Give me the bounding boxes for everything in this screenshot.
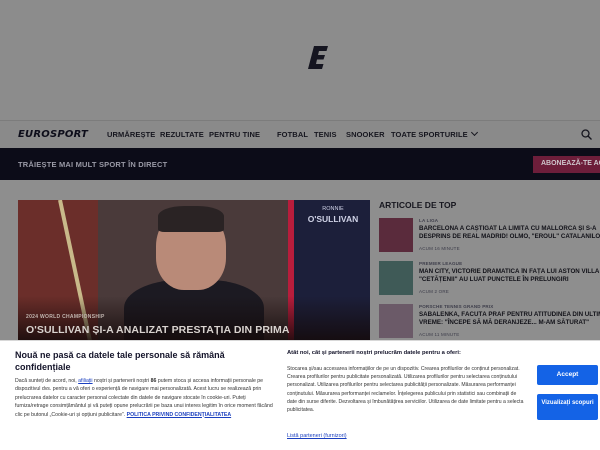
partners-list-link[interactable]: Listă parteneri (furnizori) [287, 433, 347, 439]
nav-item-snooker[interactable]: SNOOKER [346, 130, 385, 139]
top-article[interactable]: PREMIER LEAGUE MAN CITY, VICTORIE DRAMAT… [379, 261, 600, 301]
consent-body: Dacă sunteți de acord, noi, afiliații no… [15, 377, 273, 419]
article-time: ACUM 2 ORE [419, 289, 450, 294]
view-purposes-button[interactable]: Vizualizați scopuri [537, 394, 598, 420]
top-articles-heading: ARTICOLE DE TOP [379, 200, 457, 210]
article-thumbnail[interactable] [379, 261, 413, 295]
nav-item-all-sports[interactable]: TOATE SPORTURILE [391, 128, 478, 139]
eurosport-logo[interactable]: EUROSPORT [18, 129, 88, 140]
scoreboard-last-name: O'SULLIVAN [307, 214, 359, 224]
hero-article[interactable]: RONNIE O'SULLIVAN 2024 WORLD CHAMPIONSHI… [18, 200, 370, 340]
player-hair [158, 206, 224, 232]
nav-item-football[interactable]: FOTBAL [277, 130, 308, 139]
partner-count: 86 [150, 378, 157, 384]
article-category: PORSCHE TENNIS GRAND PRIX [419, 304, 494, 309]
all-sports-label: TOATE SPORTURILE [391, 130, 468, 139]
nav-item-tennis[interactable]: TENIS [314, 130, 337, 139]
subscription-promo-bar: TRĂIEȘTE MAI MULT SPORT ÎN DIRECT ABONEA… [0, 148, 600, 180]
eurosport-e-logo-icon [308, 46, 328, 69]
article-title[interactable]: SABALENKA, FĂCUTĂ PRAF PENTRU ATITUDINEA… [419, 311, 600, 327]
article-time: ACUM 16 MINUTE [419, 246, 460, 251]
scoreboard-name: RONNIE O'SULLIVAN [300, 206, 366, 224]
article-category: LA LIGA [419, 218, 439, 223]
consent-body-text-1: Dacă sunteți de acord, noi, [15, 378, 77, 384]
cookie-consent-banner: Nouă ne pasă ca datele tale personale să… [0, 340, 600, 450]
article-category: PREMIER LEAGUE [419, 261, 463, 266]
nav-item-results[interactable]: REZULTATE [160, 130, 204, 139]
article-thumbnail[interactable] [379, 304, 413, 338]
consent-purposes-title: Atât noi, cât și partenerii noștri prelu… [287, 350, 461, 356]
hero-label: 2024 WORLD CHAMPIONSHIP [26, 314, 105, 320]
consent-purposes-body: Stocarea și/sau accesarea informațiilor … [287, 366, 524, 414]
article-thumbnail[interactable] [379, 218, 413, 252]
main-nav: EUROSPORT URMĂREȘTE REZULTATE PENTRU TIN… [0, 120, 600, 148]
nav-item-watch[interactable]: URMĂREȘTE [107, 130, 155, 139]
privacy-policy-link[interactable]: POLITICA PRIVIND CONFIDENȚIALITATEA [127, 412, 232, 418]
affiliates-link[interactable]: afiliații [78, 378, 92, 384]
article-title[interactable]: MAN CITY, VICTORIE DRAMATICĂ ÎN FAȚA LUI… [419, 268, 600, 284]
chevron-down-icon [470, 128, 478, 137]
subscribe-button[interactable]: ABONEAZĂ-TE ACUM [533, 156, 600, 173]
ad-banner [0, 0, 600, 120]
search-icon[interactable] [581, 129, 592, 140]
article-time: ACUM 11 MINUTE [419, 332, 460, 337]
scoreboard-first-name: RONNIE [322, 206, 344, 212]
consent-title: Nouă ne pasă ca datele tale personale să… [15, 350, 225, 372]
promo-text: TRĂIEȘTE MAI MULT SPORT ÎN DIRECT [18, 160, 168, 169]
accept-button[interactable]: Accept [537, 365, 598, 385]
nav-item-for-you[interactable]: PENTRU TINE [209, 130, 260, 139]
hero-title[interactable]: O'SULLIVAN ȘI-A ANALIZAT PRESTAȚIA DIN P… [26, 324, 290, 336]
top-article[interactable]: LA LIGA BARCELONA A CÂȘTIGAT LA LIMITĂ C… [379, 218, 600, 258]
consent-body-text-2: noștri și partenerii noștri [94, 378, 150, 384]
top-article[interactable]: PORSCHE TENNIS GRAND PRIX SABALENKA, FĂC… [379, 304, 600, 344]
article-title[interactable]: BARCELONA A CÂȘTIGAT LA LIMITĂ CU MALLOR… [419, 225, 600, 241]
